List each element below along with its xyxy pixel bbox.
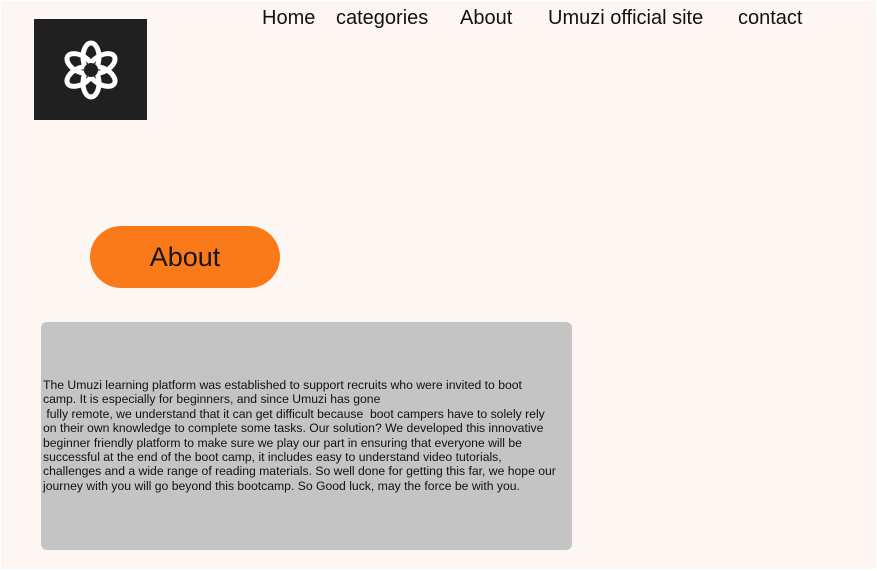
about-text-line: journey with you will go beyond this boo… — [43, 478, 520, 493]
about-text-line: challenges and a wide range of reading m… — [43, 464, 556, 479]
nav-about-link[interactable]: About — [460, 7, 512, 30]
about-description: The Umuzi learning platform was establis… — [43, 378, 563, 493]
umuzi-flower-logo-icon — [63, 40, 118, 99]
about-text-line: on their own knowledge to complete some … — [43, 421, 544, 436]
about-text-line: fully remote, we understand that it can … — [43, 406, 545, 421]
about-button[interactable]: About — [90, 226, 280, 288]
about-text-line: camp. It is especially for beginners, an… — [43, 392, 381, 407]
about-text-line: The Umuzi learning platform was establis… — [43, 378, 522, 392]
page: Home categories About Umuzi official sit… — [1, 1, 876, 569]
nav-umuzi-official-site-link[interactable]: Umuzi official site — [548, 7, 703, 30]
nav-home-link[interactable]: Home — [262, 7, 315, 30]
about-text-line: successful at the end of the boot camp, … — [43, 450, 502, 465]
logo[interactable] — [34, 19, 147, 120]
about-section: The Umuzi learning platform was establis… — [41, 322, 572, 550]
nav-categories-link[interactable]: categories — [336, 7, 428, 30]
nav-contact-link[interactable]: contact — [738, 7, 802, 30]
about-text-line: beginner friendly platform to make sure … — [43, 435, 522, 450]
